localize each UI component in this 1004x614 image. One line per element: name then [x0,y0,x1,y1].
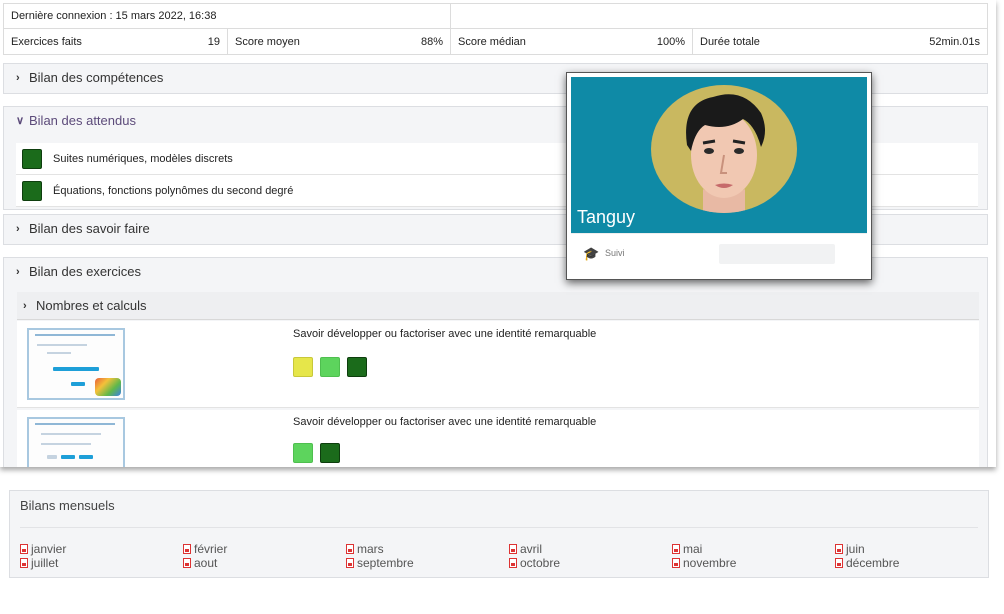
pdf-icon [672,558,680,568]
action-placeholder[interactable] [719,244,835,264]
pdf-icon [183,544,191,554]
graduation-cap-icon: 🎓 [583,246,600,261]
stat-label: Score moyen [235,36,300,48]
panel-exercices[interactable]: › Bilan des exercices › Nombres et calcu… [3,257,988,467]
attendu-label: Équations, fonctions polynômes du second… [53,184,294,197]
chevron-down-icon: ∨ [16,115,25,127]
avatar-illustration [686,94,765,213]
avatar [651,85,797,213]
exercise-thumbnail[interactable] [27,328,125,400]
score-square[interactable] [347,357,367,377]
pdf-icon [183,558,191,568]
month-link-aout[interactable]: aout [183,556,217,570]
pdf-icon [672,544,680,554]
last-login: Dernière connexion : 15 mars 2022, 16:38 [4,4,451,28]
stat-label: Exercices faits [11,36,82,48]
pdf-icon [835,544,843,554]
profile-card[interactable]: Tanguy 🎓 Suivi [566,72,872,280]
month-link-septembre[interactable]: septembre [346,556,414,570]
chevron-right-icon: › [16,265,20,278]
pdf-icon [346,558,354,568]
stat-value: 19 [207,36,220,48]
score-square[interactable] [320,357,340,377]
stat-median-score: Score médian 100% [451,29,693,55]
stat-label: Durée totale [700,36,760,48]
chevron-right-icon: › [16,222,20,235]
chevron-right-icon: › [16,71,20,84]
score-square[interactable] [320,443,340,463]
panel-title: Bilan des savoir faire [29,221,150,236]
stat-value: 52min.01s [929,36,980,48]
score-square[interactable] [293,443,313,463]
month-link-mars[interactable]: mars [346,542,384,556]
month-link-mai[interactable]: mai [672,542,702,556]
panel-title: Bilans mensuels [20,498,115,513]
pdf-icon [20,544,28,554]
attendu-label: Suites numériques, modèles discrets [53,152,233,165]
pdf-icon [346,544,354,554]
exercise-title[interactable]: Savoir développer ou factoriser avec une… [293,416,596,428]
month-link-juillet[interactable]: juillet [20,556,58,570]
score-square[interactable] [293,357,313,377]
subpanel-nombres-calculs[interactable]: › Nombres et calculs [17,292,979,320]
status-square [22,148,42,169]
month-link-fevrier[interactable]: février [183,542,227,556]
pdf-icon [509,558,517,568]
stat-exercises-done: Exercices faits 19 [4,29,228,55]
stats-table: Dernière connexion : 15 mars 2022, 16:38… [3,3,988,55]
exercise-row[interactable]: Savoir développer ou factoriser avec une… [17,410,979,467]
panel-title: Bilan des attendus [29,113,136,128]
month-link-decembre[interactable]: décembre [835,556,899,570]
panel-title: Bilan des compétences [29,70,164,85]
pdf-icon [20,558,28,568]
month-link-juin[interactable]: juin [835,542,865,556]
stat-value: 100% [656,36,685,48]
stat-value: 88% [420,36,443,48]
stat-average-score: Score moyen 88% [228,29,451,55]
status-square [22,180,42,201]
pdf-icon [509,544,517,554]
panel-title: Bilan des exercices [29,264,141,279]
stat-label: Score médian [458,36,526,48]
profile-role: Suivi [605,248,625,258]
month-link-novembre[interactable]: novembre [672,556,736,570]
month-link-janvier[interactable]: janvier [20,542,66,556]
month-link-avril[interactable]: avril [509,542,542,556]
monthly-reports-panel: Bilans mensuels janvier février mars avr… [9,490,989,578]
stat-total-duration: Durée totale 52min.01s [693,29,987,55]
chevron-right-icon: › [23,299,27,312]
profile-header: Tanguy [571,77,867,233]
profile-name: Tanguy [577,207,636,227]
exercise-thumbnail[interactable] [27,417,125,467]
pdf-icon [835,558,843,568]
exercise-row[interactable]: Savoir développer ou factoriser avec une… [17,321,979,408]
subpanel-title: Nombres et calculs [36,298,147,313]
exercise-title[interactable]: Savoir développer ou factoriser avec une… [293,328,596,340]
month-link-octobre[interactable]: octobre [509,556,560,570]
